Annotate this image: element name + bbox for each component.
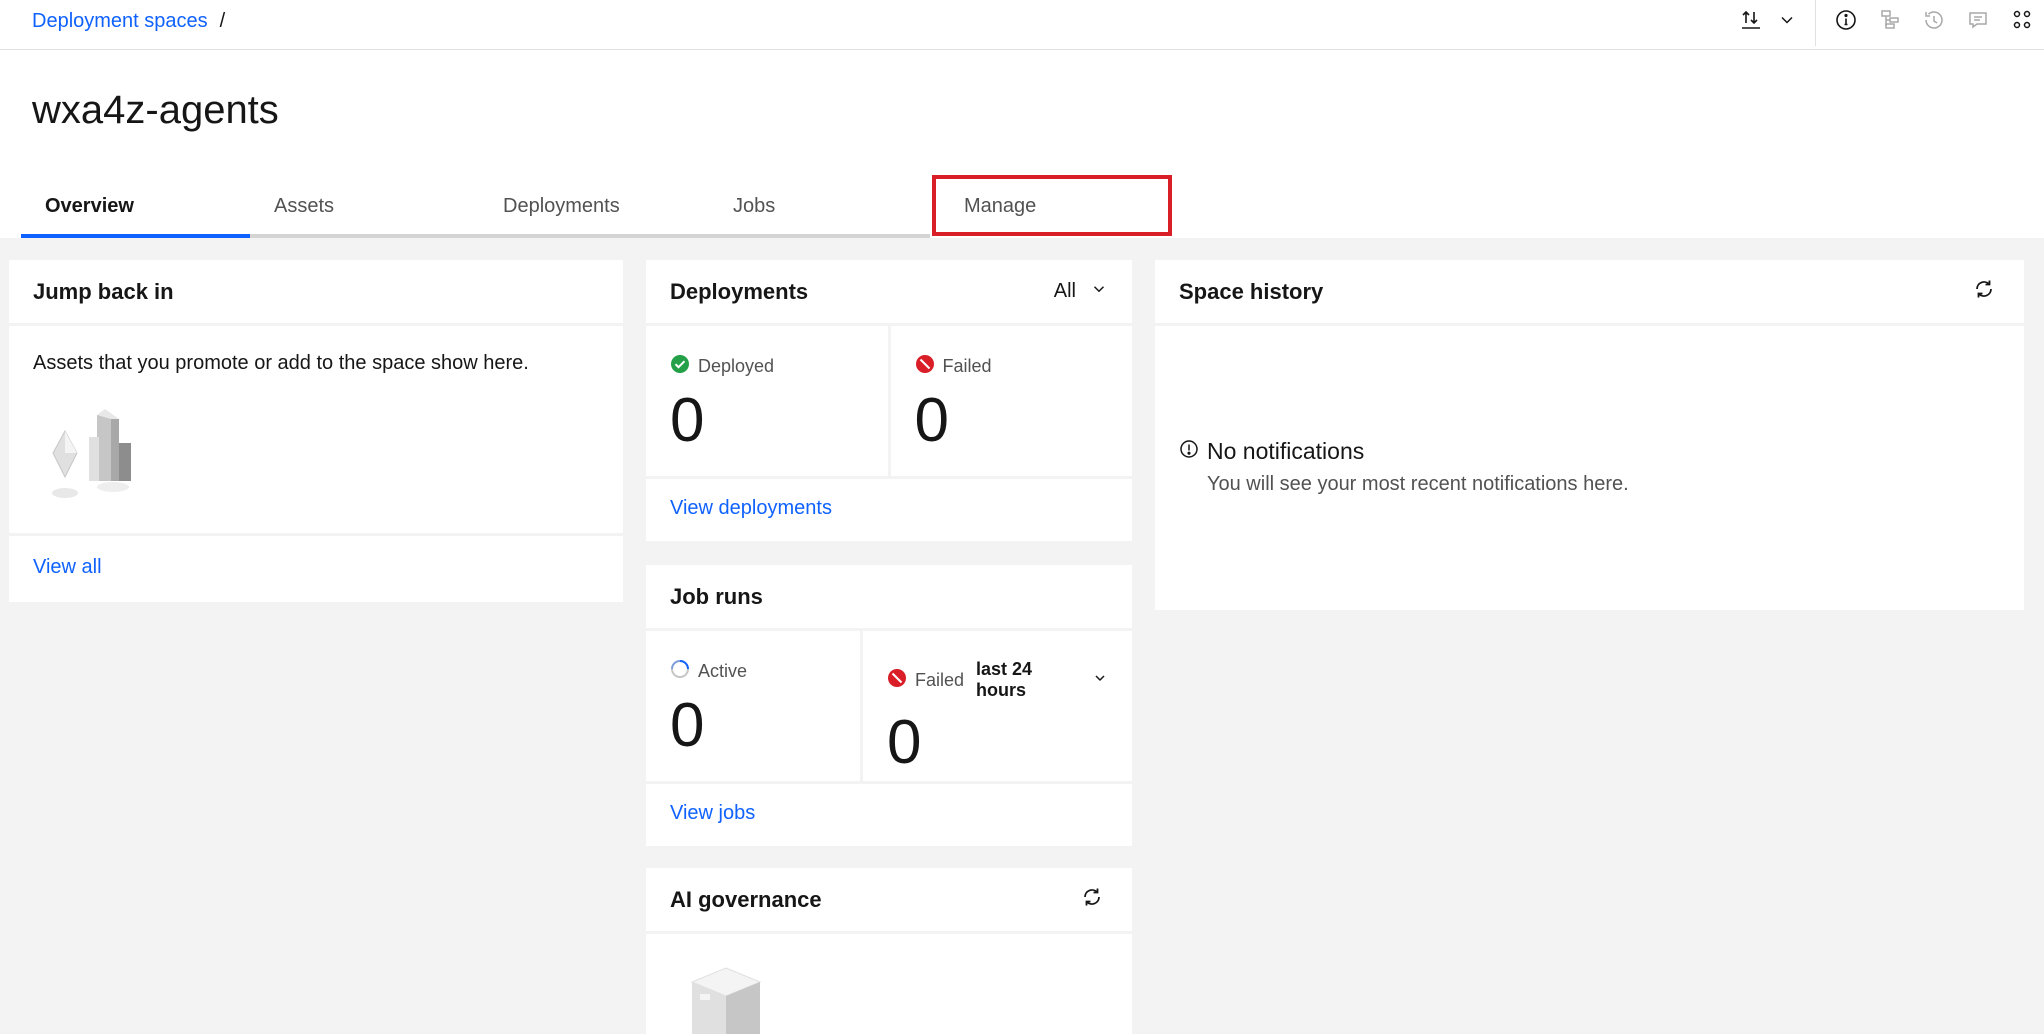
import-export-icon	[1739, 8, 1763, 37]
chevron-down-icon	[1090, 280, 1108, 304]
misuse-icon	[887, 668, 907, 693]
card-title: Jump back in	[33, 278, 174, 304]
active-count: 0	[670, 691, 705, 760]
failed-stat: Failed 0	[887, 326, 1133, 476]
active-stat: Active 0	[646, 631, 860, 781]
toolbar-divider	[1815, 0, 1816, 46]
job-run-stats: Active 0 Failed last 24 hours 0	[646, 631, 1132, 784]
failed-label-text: Failed	[942, 356, 992, 376]
time-period-dropdown[interactable]: last 24 hours	[972, 659, 1108, 701]
refresh-icon	[1080, 885, 1104, 914]
toolbar	[1729, 0, 2044, 46]
comments-button[interactable]	[1956, 0, 2000, 44]
deployments-filter-dropdown[interactable]: All	[1054, 280, 1108, 304]
jump-back-in-footer: View all	[9, 536, 623, 599]
page-title: wxa4z-agents	[32, 88, 279, 132]
tab-assets[interactable]: Assets	[250, 178, 479, 238]
deployed-label: Deployed	[670, 354, 864, 379]
top-bar: Deployment spaces /	[0, 0, 2044, 50]
card-header: AI governance	[646, 868, 1132, 934]
jump-back-in-card: Jump back in Assets that you promote or …	[9, 260, 623, 602]
breadcrumb: Deployment spaces /	[32, 10, 225, 33]
misuse-icon	[915, 354, 935, 379]
info-icon	[1834, 8, 1858, 37]
card-title: Space history	[1179, 278, 1324, 304]
tab-manage[interactable]: Manage	[930, 178, 1170, 238]
deployed-stat: Deployed 0	[646, 326, 888, 476]
lineage-button[interactable]	[1868, 0, 1912, 44]
checkmark-filled-icon	[670, 354, 690, 379]
deployment-stats: Deployed 0 Failed 0	[646, 326, 1132, 479]
view-all-link[interactable]: View all	[33, 556, 102, 578]
ai-governance-card: AI governance	[646, 868, 1132, 1034]
refresh-icon	[1972, 277, 1996, 306]
active-label: Active	[670, 659, 836, 684]
breadcrumb-deployment-spaces-link[interactable]: Deployment spaces	[32, 10, 208, 33]
refresh-button[interactable]	[1076, 884, 1108, 916]
breadcrumb-separator: /	[219, 10, 226, 32]
failed-count: 0	[914, 386, 949, 455]
filter-value: All	[1053, 280, 1076, 302]
card-title: Job runs	[670, 583, 763, 609]
failed-jobs-label-text: Failed	[915, 669, 965, 690]
tab-deployments[interactable]: Deployments	[479, 178, 709, 238]
space-history-card: Space history No notifications You will …	[1155, 260, 2024, 610]
deployed-count: 0	[670, 386, 705, 455]
settings-adjust-button[interactable]	[2000, 0, 2044, 44]
failed-label: Failed	[915, 354, 1109, 379]
ai-governance-body	[646, 934, 1132, 1034]
refresh-button[interactable]	[1968, 276, 2000, 308]
tab-overview[interactable]: Overview	[21, 178, 250, 238]
settings-adjust-icon	[2010, 8, 2034, 37]
card-header: Space history	[1155, 260, 2024, 326]
page: Deployment spaces / wxa4z-agents Overvie…	[0, 0, 2044, 1034]
tab-bar: Overview Assets Deployments Jobs Manage	[21, 178, 1170, 238]
active-label-text: Active	[698, 661, 748, 681]
card-title: AI governance	[670, 886, 822, 912]
time-period-value: last 24 hours	[976, 659, 1033, 700]
jump-back-in-description: Assets that you promote or add to the sp…	[33, 352, 529, 374]
in-progress-icon	[670, 659, 690, 684]
info-button[interactable]	[1824, 0, 1868, 44]
jump-back-in-body: Assets that you promote or add to the sp…	[9, 326, 623, 536]
card-header: Jump back in	[9, 260, 623, 326]
tab-jobs[interactable]: Jobs	[709, 178, 930, 238]
view-deployments-link[interactable]: View deployments	[670, 497, 832, 519]
comment-icon	[1966, 8, 1990, 37]
card-header: Deployments All	[646, 260, 1132, 326]
empty-assets-illustration	[33, 397, 599, 510]
governance-box-illustration	[686, 967, 766, 1034]
card-title: Deployments	[670, 278, 809, 304]
failed-jobs-label: Failed last 24 hours	[887, 659, 1108, 701]
view-jobs-link[interactable]: View jobs	[670, 802, 755, 824]
lineage-icon	[1878, 8, 1902, 37]
history-button[interactable]	[1912, 0, 1956, 44]
job-runs-footer: View jobs	[646, 784, 1132, 843]
import-export-button[interactable]	[1729, 0, 1807, 44]
deployed-label-text: Deployed	[698, 356, 775, 376]
history-icon	[1922, 8, 1946, 37]
no-notifications-title: No notifications	[1179, 438, 2000, 465]
warning-alt-icon	[1179, 438, 1199, 465]
deployments-footer: View deployments	[646, 479, 1132, 538]
chevron-down-icon	[1777, 10, 1797, 35]
job-runs-card: Job runs Active 0 Failed last 24 hours 0…	[646, 565, 1132, 846]
failed-jobs-count: 0	[887, 708, 922, 777]
space-history-empty-state: No notifications You will see your most …	[1155, 326, 2024, 496]
card-header: Job runs	[646, 565, 1132, 631]
failed-jobs-stat: Failed last 24 hours 0	[860, 631, 1132, 781]
deployments-card: Deployments All Deployed 0 Failed 0 View…	[646, 260, 1132, 541]
no-notifications-message: You will see your most recent notificati…	[1207, 473, 1629, 495]
no-notifications-text: No notifications	[1207, 438, 1365, 464]
chevron-down-icon	[1092, 670, 1108, 691]
